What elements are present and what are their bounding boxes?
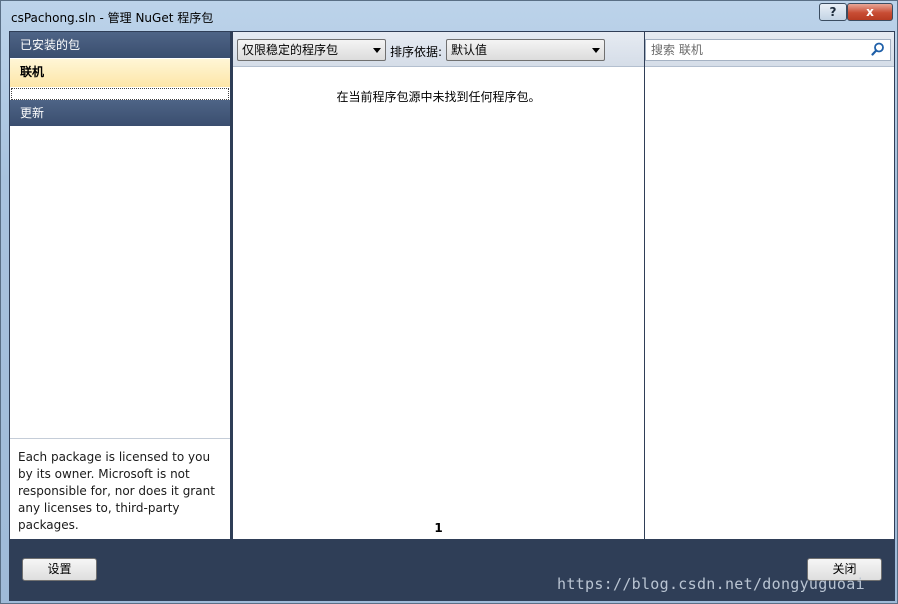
watermark-text: https://blog.csdn.net/dongyuguoai	[557, 575, 865, 593]
stability-filter-select[interactable]: 仅限稳定的程序包	[237, 39, 386, 61]
online-subitem-focus[interactable]	[11, 88, 229, 100]
help-button[interactable]: ?	[819, 3, 847, 21]
chevron-down-icon	[373, 48, 381, 53]
page-number[interactable]: 1	[233, 521, 644, 535]
sort-select[interactable]: 默认值	[446, 39, 605, 61]
empty-list-message: 在当前程序包源中未找到任何程序包。	[336, 90, 541, 104]
sort-value: 默认值	[451, 43, 488, 57]
search-input[interactable]	[645, 39, 891, 61]
sidebar-item-updates[interactable]: 更新	[10, 100, 230, 126]
sidebar-item-online[interactable]: 联机	[10, 59, 230, 87]
chevron-down-icon	[592, 48, 600, 53]
stability-filter-value: 仅限稳定的程序包	[242, 43, 339, 57]
close-icon: x	[866, 5, 874, 19]
search-toolbar	[645, 32, 894, 67]
sidebar-item-installed[interactable]: 已安装的包	[10, 32, 230, 58]
package-list-panel: 仅限稳定的程序包 排序依据: 默认值 在当前程序包源中未找到任何程序包。 1	[233, 32, 644, 539]
nuget-dialog: csPachong.sln - 管理 NuGet 程序包 ? x 已安装的包 联…	[0, 0, 898, 604]
title-bar: csPachong.sln - 管理 NuGet 程序包 ? x	[1, 1, 897, 31]
license-notice: Each package is licensed to you by its o…	[10, 438, 230, 539]
search-icon[interactable]	[871, 42, 885, 56]
dialog-client: 已安装的包 联机 更新 Each package is licensed to …	[9, 31, 895, 601]
help-icon: ?	[829, 5, 837, 19]
window-close-button[interactable]: x	[847, 3, 893, 21]
settings-button[interactable]: 设置	[22, 558, 97, 581]
list-toolbar: 仅限稳定的程序包 排序依据: 默认值	[233, 32, 644, 67]
window-title: csPachong.sln - 管理 NuGet 程序包	[11, 11, 214, 25]
details-panel	[645, 32, 894, 539]
sort-label: 排序依据:	[390, 45, 443, 59]
sidebar: 已安装的包 联机 更新 Each package is licensed to …	[10, 32, 230, 539]
